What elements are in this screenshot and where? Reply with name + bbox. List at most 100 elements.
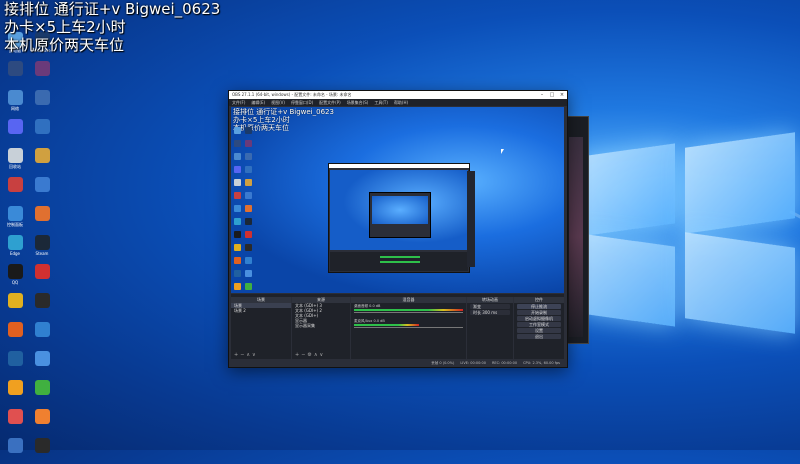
scene-item[interactable]: 场景 2 (231, 308, 291, 313)
channel-level: 0.0 dB (369, 304, 381, 308)
preview-app-icon (245, 270, 252, 277)
desktop-shortcut[interactable] (29, 293, 55, 319)
minimize-icon[interactable]: – (537, 92, 547, 98)
app-icon (7, 235, 23, 250)
source-item[interactable]: 显示器采集 (292, 323, 350, 328)
desktop-shortcut[interactable] (2, 293, 28, 319)
volume-slider[interactable] (354, 312, 463, 313)
duration-input[interactable]: 300 ms (482, 310, 497, 315)
desktop-shortcut[interactable]: 回收站 (2, 148, 28, 174)
shortcut-label: QQ (11, 280, 19, 285)
status-live-time: LIVE: 00:00:00 (460, 361, 486, 365)
overlay-line-3: 本机原价两天车位 (4, 36, 125, 54)
app-icon (34, 61, 50, 76)
stop-streaming-button[interactable]: 停止推流 (517, 304, 561, 309)
preview-app-icon (245, 127, 252, 134)
app-icon (7, 351, 23, 366)
duration-row[interactable]: 时长 300 ms (470, 310, 510, 315)
app-icon (7, 119, 23, 134)
desktop-shortcut[interactable] (2, 351, 28, 377)
desktop-shortcut[interactable]: 控制面板 (2, 206, 28, 232)
desktop-shortcut[interactable] (29, 177, 55, 203)
desktop-shortcut[interactable] (2, 119, 28, 145)
desktop-shortcut[interactable] (29, 61, 55, 87)
desktop-shortcut[interactable] (29, 206, 55, 232)
app-icon (34, 264, 50, 279)
desktop-shortcut[interactable] (29, 322, 55, 348)
mixer-channel[interactable]: 桌面音频 0.0 dB (351, 303, 466, 318)
app-icon (7, 293, 23, 308)
volume-slider[interactable] (354, 327, 463, 328)
desktop-shortcut[interactable] (2, 322, 28, 348)
scene-toolbar[interactable]: +−∧∨ (234, 352, 258, 358)
preview-app-icon (234, 179, 241, 186)
app-icon (34, 380, 50, 395)
desktop-shortcut[interactable] (29, 438, 55, 464)
volume-meter (354, 324, 420, 326)
shortcut-label: Steam (35, 251, 49, 256)
desktop-shortcut[interactable] (2, 409, 28, 435)
scenes-dock: 场景 场景 场景 2 +−∧∨ (231, 297, 291, 359)
studio-mode-button[interactable]: 工作室模式 (517, 322, 561, 327)
volume-meter (354, 309, 463, 311)
transition-select[interactable]: 渐变 (470, 304, 510, 309)
menu-item[interactable]: 文件(F) (232, 100, 245, 106)
preview-app-icon (234, 231, 241, 238)
background-window[interactable] (565, 116, 589, 344)
app-icon (34, 119, 50, 134)
preview-app-icon (245, 166, 252, 173)
desktop-shortcut[interactable] (2, 61, 28, 87)
mixer-channel[interactable]: 麦克风/Aux 0.0 dB (351, 318, 466, 333)
controls-dock: 控件 停止推流 开始录制 启动虚拟摄像机 工作室模式 设置 退出 (514, 297, 564, 359)
menu-item[interactable]: 停靠窗口(D) (291, 100, 313, 106)
start-recording-button[interactable]: 开始录制 (517, 310, 561, 315)
preview-app-icon (245, 192, 252, 199)
overlay-line-2: 办卡×5上车2小时 (4, 18, 126, 36)
shortcut-label: 回收站 (9, 164, 21, 169)
desktop-shortcut[interactable] (2, 177, 28, 203)
desktop-shortcut[interactable] (29, 90, 55, 116)
maximize-icon[interactable]: □ (547, 92, 557, 98)
desktop-shortcut[interactable] (29, 409, 55, 435)
desktop-shortcut[interactable]: QQ (2, 264, 28, 290)
exit-button[interactable]: 退出 (517, 334, 561, 339)
desktop-shortcut[interactable]: Steam (29, 235, 55, 261)
menu-item[interactable]: 场景集合(S) (347, 100, 369, 106)
desktop-shortcut[interactable] (2, 438, 28, 464)
obs-preview[interactable]: 接排位 通行证+v Bigwei_0623 办卡×5上车2小时 本机原价两天车位 (231, 107, 564, 293)
status-rec-time: REC: 00:00:00 (491, 361, 518, 365)
app-icon (34, 235, 50, 250)
preview-app-icon (234, 244, 241, 251)
settings-button[interactable]: 设置 (517, 328, 561, 333)
desktop-shortcut[interactable] (29, 264, 55, 290)
app-icon (7, 409, 23, 424)
menu-item[interactable]: 配置文件(P) (319, 100, 341, 106)
stream-text-overlay: 接排位 通行证+v Bigwei_0623 办卡×5上车2小时 本机原价两天车位 (4, 0, 220, 54)
desktop-shortcut[interactable] (2, 380, 28, 406)
menu-item[interactable]: 工具(T) (374, 100, 388, 106)
source-toolbar[interactable]: +−⚙∧∨ (295, 352, 325, 358)
obs-window[interactable]: OBS 27.1.1 (64-bit, windows) - 配置文件: 未命名… (228, 90, 568, 368)
desktop-shortcut[interactable]: Edge (2, 235, 28, 261)
obs-window-title: OBS 27.1.1 (64-bit, windows) - 配置文件: 未命名… (232, 92, 352, 97)
desktop-shortcut[interactable] (29, 351, 55, 377)
desktop-shortcut[interactable] (29, 148, 55, 174)
preview-app-icon (234, 257, 241, 264)
app-icon (34, 351, 50, 366)
transitions-header: 转场动画 (467, 297, 513, 303)
app-icon (7, 177, 23, 192)
preview-app-icon (234, 283, 241, 290)
desktop-shortcut[interactable] (29, 380, 55, 406)
menu-item[interactable]: 帮助(H) (394, 100, 408, 106)
desktop-shortcut[interactable] (29, 119, 55, 145)
preview-app-icon (234, 192, 241, 199)
preview-app-icon (245, 140, 252, 147)
virtual-camera-button[interactable]: 启动虚拟摄像机 (517, 316, 561, 321)
desktop-shortcut[interactable]: 网络 (2, 90, 28, 116)
close-icon[interactable]: × (557, 92, 567, 98)
obs-title-bar[interactable]: OBS 27.1.1 (64-bit, windows) - 配置文件: 未命名… (229, 91, 567, 99)
menu-item[interactable]: 编辑(E) (251, 100, 265, 106)
app-icon (7, 206, 23, 221)
obs-status-bar: 丢帧 0 (0.0%) LIVE: 00:00:00 REC: 00:00:00… (231, 360, 564, 366)
menu-item[interactable]: 视图(V) (271, 100, 285, 106)
